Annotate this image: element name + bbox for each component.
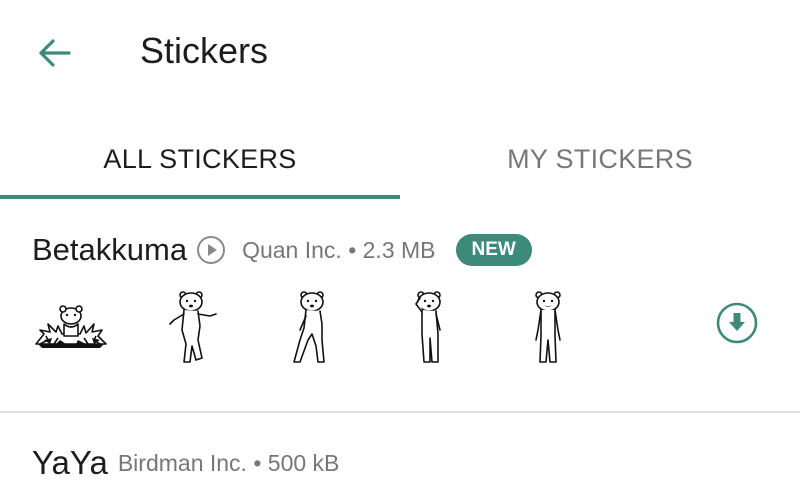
new-badge: NEW xyxy=(455,234,532,266)
pack-name: YaYa xyxy=(32,444,108,481)
pack-name: Betakkuma xyxy=(32,232,188,267)
download-circle-icon[interactable] xyxy=(716,302,758,344)
play-circle-icon[interactable] xyxy=(196,235,226,265)
pack-meta: Birdman Inc. • 500 kB xyxy=(117,449,340,476)
pack-header: YaYa Birdman Inc. • 500 kB xyxy=(32,444,339,482)
tab-all-stickers[interactable]: ALL STICKERS xyxy=(0,118,400,200)
arrow-left-icon xyxy=(39,39,71,67)
back-button[interactable] xyxy=(34,33,74,73)
bear-sticker-walking[interactable] xyxy=(292,290,332,366)
tab-my-stickers[interactable]: MY STICKERS xyxy=(400,118,800,200)
bear-sticker-saluting[interactable] xyxy=(412,290,448,366)
pack-header: Betakkuma Quan Inc. • 2.3 MB NEW xyxy=(32,232,532,268)
sticker-pack-row[interactable]: YaYa Birdman Inc. • 500 kB xyxy=(0,440,800,491)
app-bar: Stickers xyxy=(0,0,800,105)
divider xyxy=(0,411,800,413)
sticker-pack-row[interactable]: Betakkuma Quan Inc. • 2.3 MB NEW xyxy=(0,222,800,412)
tab-selected-indicator xyxy=(0,195,400,199)
page-title: Stickers xyxy=(140,30,269,71)
tab-bar: ALL STICKERS MY STICKERS xyxy=(0,118,800,200)
bear-sticker-explosion[interactable] xyxy=(34,300,108,352)
bear-sticker-standing[interactable] xyxy=(530,290,566,366)
bear-sticker-dancing[interactable] xyxy=(166,290,222,366)
pack-meta: Quan Inc. • 2.3 MB xyxy=(242,236,436,263)
